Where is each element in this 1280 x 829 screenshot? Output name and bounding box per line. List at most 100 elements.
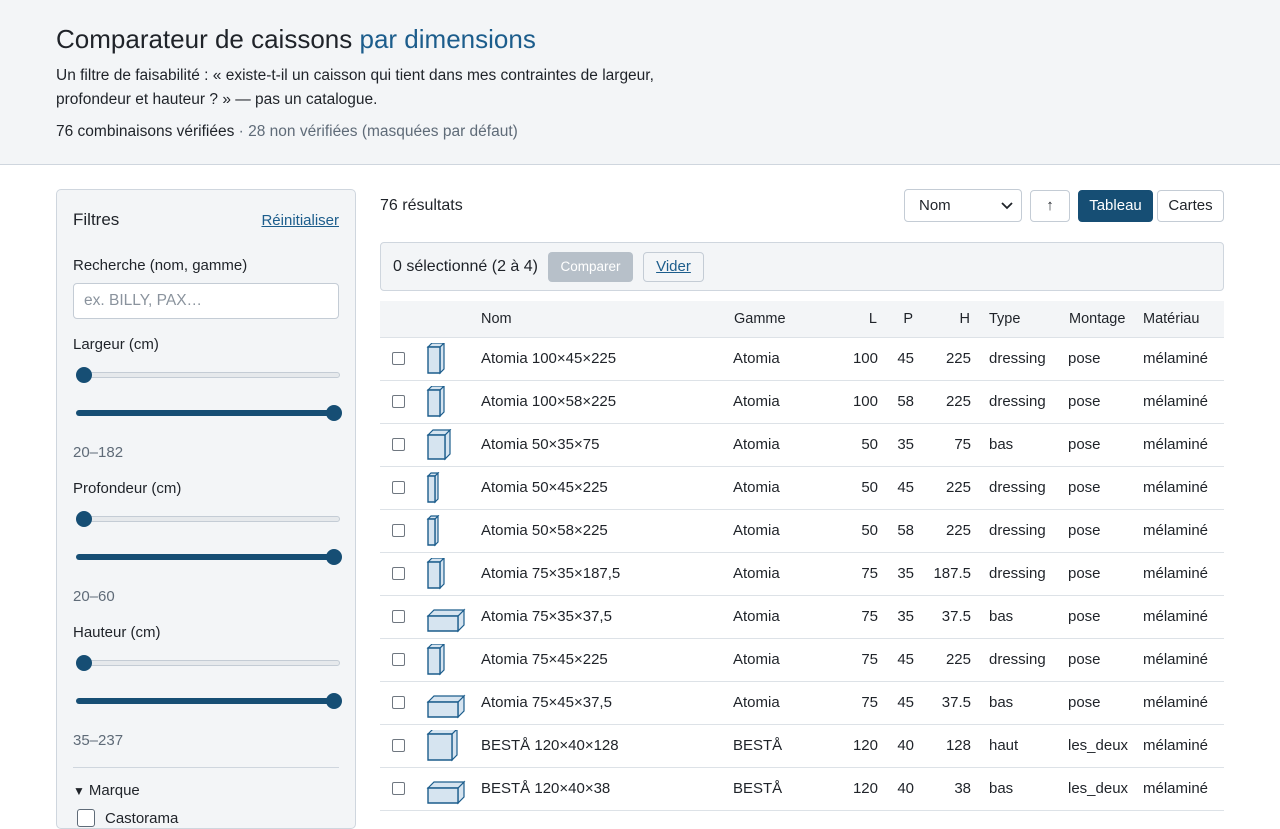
table-row[interactable]: Atomia 75×35×187,5 Atomia 75 35 187.5 dr… (380, 552, 1224, 595)
tall-cabinet-icon (426, 643, 445, 675)
header-material[interactable]: Matériau (1143, 301, 1224, 337)
depth-range-value: 20–60 (73, 588, 115, 605)
row-select-cell (380, 724, 416, 767)
header-depth[interactable]: P (878, 301, 914, 337)
width-range-value: 20–182 (73, 444, 124, 461)
search-input[interactable] (73, 283, 339, 319)
flat-cabinet-icon (426, 608, 466, 632)
brand-checkbox[interactable] (77, 809, 95, 827)
row-width: 100 (852, 393, 878, 410)
table-row[interactable]: Atomia 50×35×75 Atomia 50 35 75 bas pose… (380, 423, 1224, 466)
header-range[interactable]: Gamme (733, 301, 828, 337)
depth-max-thumb[interactable] (326, 549, 342, 565)
header-type[interactable]: Type (971, 301, 1068, 337)
table-row[interactable]: BESTÅ 120×40×38 BESTÅ 120 40 38 bas les_… (380, 767, 1224, 810)
page-header: Comparateur de caissons par dimensions U… (0, 0, 1280, 165)
depth-min-track (76, 516, 340, 522)
row-name: Atomia 75×45×225 (481, 651, 608, 668)
row-height: 225 (945, 350, 971, 367)
row-material: mélaminé (1143, 393, 1209, 410)
row-mount: pose (1068, 522, 1101, 539)
table-row[interactable]: Atomia 75×45×37,5 Atomia 75 45 37.5 bas … (380, 681, 1224, 724)
width-min-slider[interactable] (73, 365, 340, 403)
row-icon-cell (416, 595, 481, 638)
row-material: mélaminé (1143, 350, 1209, 367)
clear-selection-button[interactable]: Vider (642, 251, 704, 282)
height-max-thumb[interactable] (326, 693, 342, 709)
table-header-row: Nom Gamme L P H Type Montage Matériau (380, 301, 1224, 337)
view-table-button[interactable]: Tableau (1078, 189, 1153, 222)
width-label: Largeur (cm) (73, 336, 159, 353)
row-mount: les_deux (1068, 780, 1129, 797)
row-icon-cell (416, 509, 481, 552)
view-cards-button[interactable]: Cartes (1157, 189, 1224, 222)
row-select-cell (380, 337, 416, 380)
sort-select-value: Nom (919, 197, 951, 214)
row-select-cell (380, 638, 416, 681)
row-height: 225 (945, 651, 971, 668)
header-width[interactable]: L (828, 301, 878, 337)
table-row[interactable]: Atomia 100×45×225 Atomia 100 45 225 dres… (380, 337, 1224, 380)
width-max-slider[interactable] (73, 403, 342, 441)
table-row[interactable]: BESTÅ 120×40×128 BESTÅ 120 40 128 haut l… (380, 724, 1224, 767)
row-icon-cell (416, 767, 481, 810)
header-mount[interactable]: Montage (1068, 301, 1143, 337)
row-material: mélaminé (1143, 608, 1209, 625)
results-toolbar: 76 résultats Nom ↑ Tableau Cartes (380, 189, 1224, 222)
page-subtitle: Un filtre de faisabilité : « existe-t-il… (56, 67, 654, 108)
table-row[interactable]: Atomia 50×58×225 Atomia 50 58 225 dressi… (380, 509, 1224, 552)
row-width: 75 (861, 608, 878, 625)
width-max-thumb[interactable] (326, 405, 342, 421)
row-depth: 45 (897, 479, 914, 496)
row-type: dressing (989, 350, 1046, 367)
row-select-checkbox[interactable] (392, 481, 405, 494)
header-height[interactable]: H (914, 301, 971, 337)
row-select-checkbox[interactable] (392, 567, 405, 580)
selection-count: 0 sélectionné (2 à 4) (393, 257, 538, 275)
row-width: 120 (852, 737, 878, 754)
sort-direction-button[interactable]: ↑ (1030, 189, 1070, 222)
header-select (380, 301, 416, 337)
brand-option[interactable]: Castorama (73, 809, 339, 827)
depth-max-slider[interactable] (73, 547, 342, 585)
row-height: 187.5 (933, 565, 971, 582)
row-select-checkbox[interactable] (392, 438, 405, 451)
table-row[interactable]: Atomia 100×58×225 Atomia 100 58 225 dres… (380, 380, 1224, 423)
table-row[interactable]: Atomia 50×45×225 Atomia 50 45 225 dressi… (380, 466, 1224, 509)
width-min-thumb[interactable] (76, 367, 92, 383)
row-select-checkbox[interactable] (392, 782, 405, 795)
row-depth: 40 (897, 737, 914, 754)
row-select-checkbox[interactable] (392, 610, 405, 623)
compare-button[interactable]: Comparer (547, 251, 633, 282)
brand-filter-toggle[interactable]: ▼ Marque (73, 782, 339, 799)
row-width: 50 (861, 436, 878, 453)
row-select-cell (380, 509, 416, 552)
row-depth: 58 (897, 393, 914, 410)
filters-title: Filtres (73, 210, 120, 229)
row-select-checkbox[interactable] (392, 352, 405, 365)
depth-label: Profondeur (cm) (73, 480, 182, 497)
row-icon-cell (416, 337, 481, 380)
table-row[interactable]: Atomia 75×45×225 Atomia 75 45 225 dressi… (380, 638, 1224, 681)
height-min-slider[interactable] (73, 653, 340, 691)
depth-min-slider[interactable] (73, 509, 340, 547)
page-title: Comparateur de caissons par dimensions (56, 22, 1224, 56)
row-select-checkbox[interactable] (392, 524, 405, 537)
table-row[interactable]: Atomia 75×35×37,5 Atomia 75 35 37.5 bas … (380, 595, 1224, 638)
row-select-cell (380, 681, 416, 724)
height-max-slider[interactable] (73, 691, 342, 729)
depth-min-thumb[interactable] (76, 511, 92, 527)
height-filter: Hauteur (cm) 35–237 (73, 623, 342, 751)
header-name[interactable]: Nom (481, 301, 733, 337)
row-type: dressing (989, 565, 1046, 582)
row-range: Atomia (733, 350, 780, 367)
sort-select[interactable]: Nom (904, 189, 1022, 222)
row-select-checkbox[interactable] (392, 653, 405, 666)
row-select-checkbox[interactable] (392, 696, 405, 709)
row-select-checkbox[interactable] (392, 395, 405, 408)
reset-filters-link[interactable]: Réinitialiser (261, 212, 339, 229)
row-mount: pose (1068, 393, 1101, 410)
compare-bar: 0 sélectionné (2 à 4) Comparer Vider (380, 242, 1224, 291)
row-select-checkbox[interactable] (392, 739, 405, 752)
height-min-thumb[interactable] (76, 655, 92, 671)
